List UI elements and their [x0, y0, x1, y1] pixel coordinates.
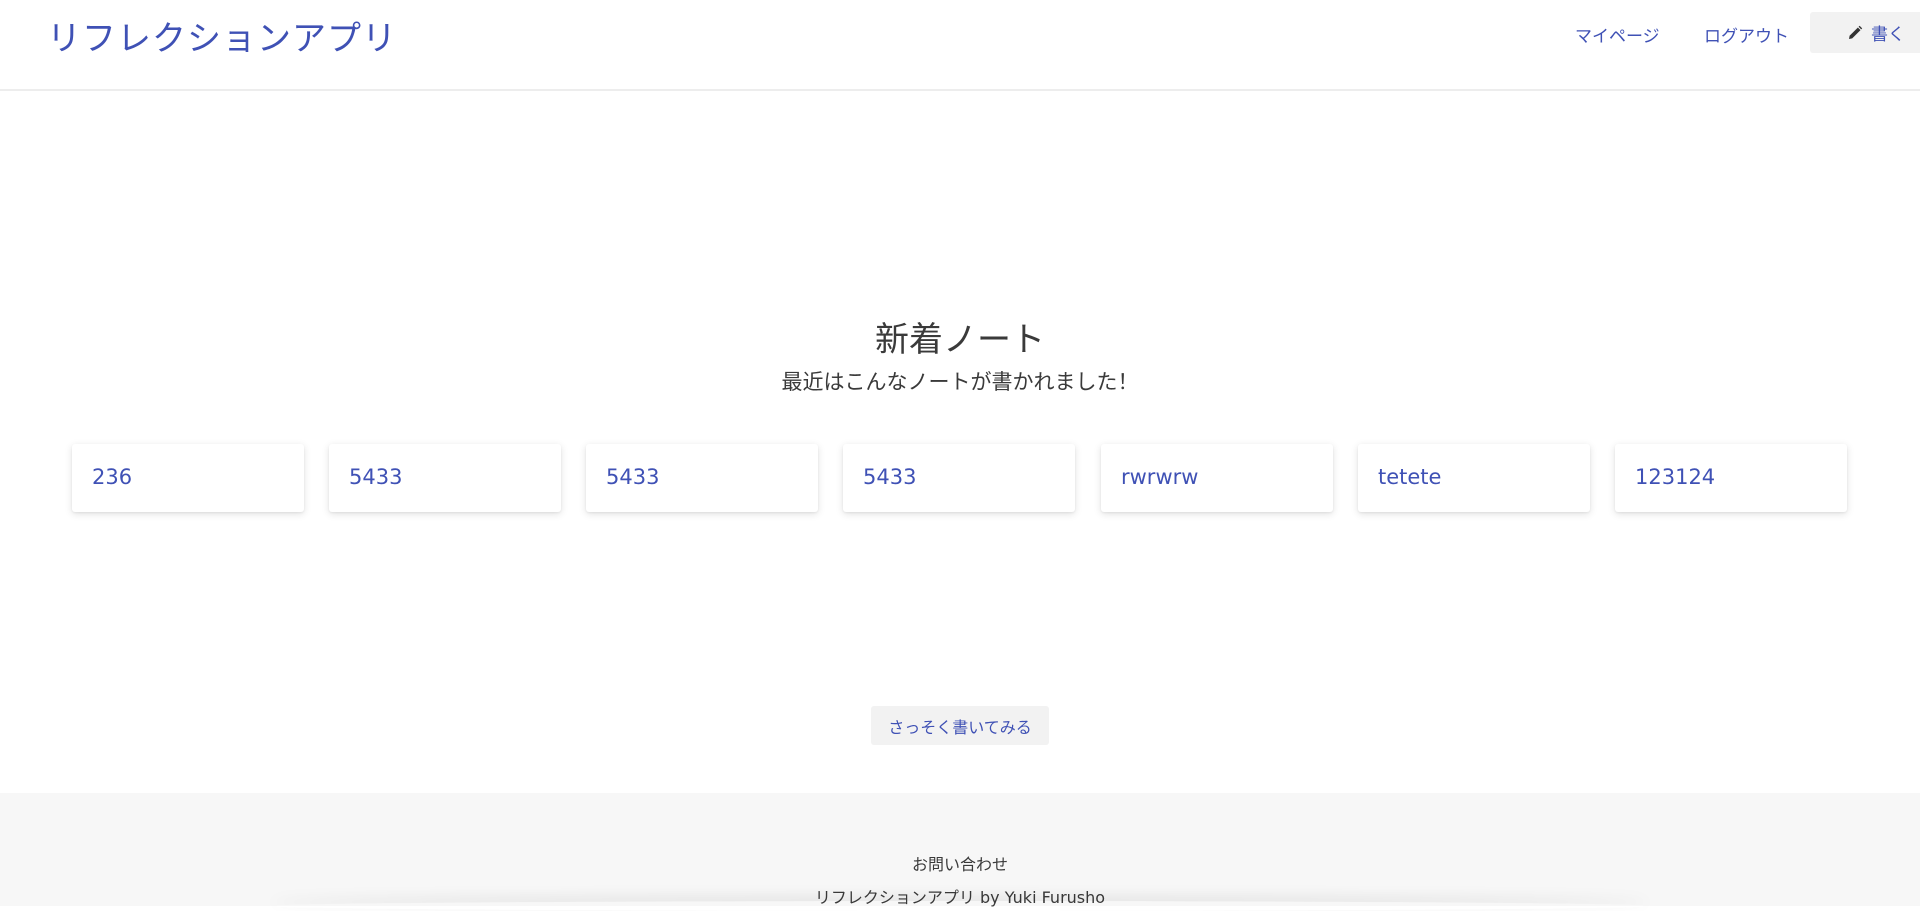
note-card-title[interactable]: 5433 — [863, 465, 916, 489]
note-card-title[interactable]: rwrwrw — [1121, 465, 1198, 489]
note-card-title[interactable]: tetete — [1378, 465, 1441, 489]
note-card[interactable]: 5433 — [329, 444, 561, 512]
write-button-label: 書く — [1871, 25, 1905, 45]
note-card[interactable]: 5433 — [586, 444, 818, 512]
pencil-icon — [1847, 25, 1863, 41]
note-card-list: 236 5433 5433 5433 rwrwrw tetete 123124 — [72, 444, 1848, 512]
new-notes-title: 新着ノート — [875, 320, 1045, 360]
contact-link[interactable]: お問い合わせ — [0, 851, 1920, 875]
note-card[interactable]: tetete — [1358, 444, 1590, 512]
write-button[interactable]: 書く — [1810, 12, 1920, 53]
brand-logo[interactable]: リフレクションアプリ — [47, 11, 397, 60]
note-card[interactable]: 5433 — [843, 444, 1075, 512]
start-writing-button[interactable]: さっそく書いてみる — [871, 706, 1049, 745]
note-card[interactable]: 236 — [72, 444, 304, 512]
new-notes-subtitle: 最近はこんなノートが書かれました！ — [781, 370, 1139, 394]
note-card[interactable]: 123124 — [1615, 444, 1847, 512]
site-footer: お問い合わせ リフレクションアプリ by Yuki Furusho — [0, 793, 1920, 907]
nav-logout-link[interactable]: ログアウト — [1704, 22, 1789, 47]
note-card-title[interactable]: 123124 — [1635, 465, 1715, 489]
note-card-title[interactable]: 236 — [92, 465, 132, 489]
nav-mypage-link[interactable]: マイページ — [1575, 22, 1660, 47]
note-card-title[interactable]: 5433 — [349, 465, 402, 489]
note-card-title[interactable]: 5433 — [606, 465, 659, 489]
footer-divider-shadow — [270, 901, 1650, 911]
note-card[interactable]: rwrwrw — [1101, 444, 1333, 512]
site-header: リフレクションアプリ マイページ ログアウト 書く — [0, 0, 1920, 91]
